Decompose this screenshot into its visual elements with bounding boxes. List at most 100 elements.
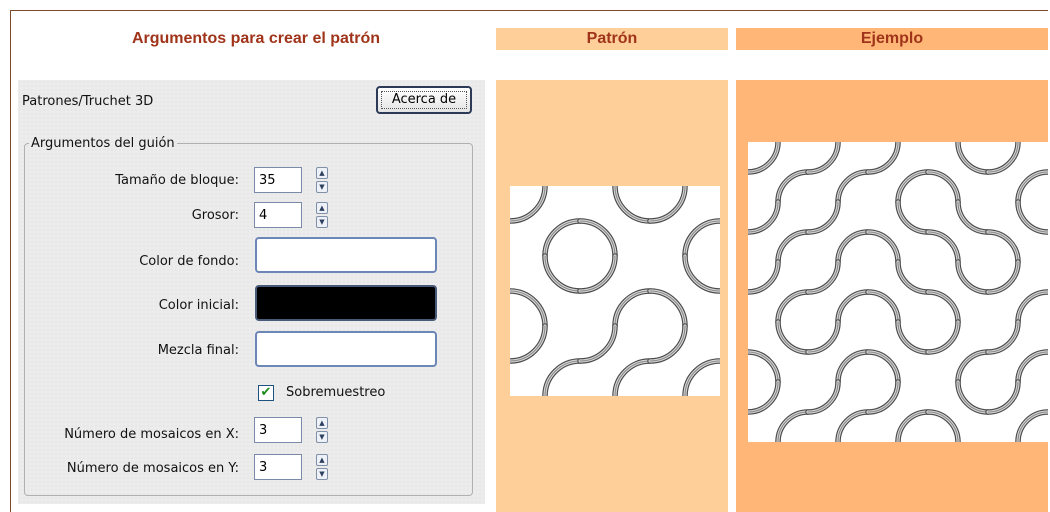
truchet-arc	[897, 171, 929, 203]
tiles-y-input[interactable]	[254, 454, 302, 480]
truchet-arc	[748, 201, 779, 233]
tiles-x-input[interactable]	[254, 417, 302, 443]
truchet-arc	[807, 142, 839, 173]
truchet-arc	[927, 321, 959, 353]
truchet-arc	[807, 261, 839, 293]
tiles-y-spinner[interactable]: ▲ ▼	[316, 454, 328, 480]
truchet-arc	[957, 261, 989, 293]
check-icon: ✔	[260, 385, 272, 400]
header-pattern: Patrón	[496, 28, 728, 50]
truchet-arc	[987, 321, 1019, 353]
script-dialog: Patrones/Truchet 3D Acerca de Argumentos…	[18, 80, 485, 504]
truchet-arc	[837, 231, 869, 263]
truchet-arc	[1017, 351, 1048, 383]
dialog-title: Patrones/Truchet 3D	[22, 94, 154, 109]
truchet-arc	[957, 351, 989, 383]
spin-up-icon[interactable]: ▲	[316, 167, 328, 179]
spin-up-icon[interactable]: ▲	[316, 454, 328, 466]
truchet-arc	[777, 171, 809, 203]
truchet-arc	[867, 231, 899, 263]
truchet-arc	[510, 324, 547, 363]
end-blend-label: Mezcla final:	[157, 343, 239, 358]
truchet-arc	[613, 359, 652, 396]
spin-down-icon[interactable]: ▼	[316, 468, 328, 480]
truchet-arc	[543, 219, 582, 258]
truchet-arc	[578, 324, 617, 363]
truchet-arc	[613, 289, 652, 328]
truchet-arc	[1017, 411, 1048, 442]
truchet-arc	[807, 201, 839, 233]
truchet-arc	[867, 381, 899, 413]
truchet-arc	[578, 219, 617, 258]
truchet-arc	[837, 171, 869, 203]
spin-down-icon[interactable]: ▼	[316, 216, 328, 228]
truchet-arc	[748, 261, 779, 293]
truchet-arc	[897, 261, 929, 293]
truchet-arc	[777, 231, 809, 263]
block-size-spinner[interactable]: ▲ ▼	[316, 167, 328, 193]
truchet-arc	[987, 261, 1019, 293]
truchet-arc	[777, 291, 809, 323]
tiles-x-spinner[interactable]: ▲ ▼	[316, 417, 328, 443]
block-size-input[interactable]	[254, 167, 302, 193]
truchet-arc	[987, 381, 1019, 413]
thickness-input[interactable]	[254, 202, 302, 228]
truchet-arc	[543, 254, 582, 293]
group-legend: Argumentos del guión	[31, 136, 175, 151]
header-example: Ejemplo	[736, 28, 1048, 50]
truchet-arc	[683, 359, 720, 396]
truchet-arc	[510, 289, 547, 328]
truchet-arc	[837, 411, 869, 442]
example-tiled-image	[748, 142, 1048, 442]
truchet-arc	[807, 381, 839, 413]
truchet-arc	[897, 411, 929, 442]
truchet-arc	[987, 231, 1019, 263]
truchet-arc	[927, 231, 959, 263]
truchet-arc	[897, 321, 929, 353]
tiles-y-label: Número de mosaicos en Y:	[66, 461, 239, 476]
spin-down-icon[interactable]: ▼	[316, 431, 328, 443]
header-arguments: Argumentos para crear el patrón	[131, 30, 381, 47]
truchet-arc	[897, 201, 929, 233]
truchet-arc	[867, 351, 899, 383]
truchet-arc	[837, 291, 869, 323]
about-button-label: Acerca de	[381, 91, 467, 109]
truchet-arc	[867, 291, 899, 323]
start-color-swatch[interactable]	[255, 285, 437, 321]
bg-color-swatch[interactable]	[255, 237, 437, 273]
truchet-arc	[748, 142, 779, 173]
bg-color-label: Color de fondo:	[139, 254, 239, 269]
truchet-arc	[927, 411, 959, 442]
spin-down-icon[interactable]: ▼	[316, 181, 328, 193]
end-blend-swatch[interactable]	[255, 331, 437, 367]
left-rule	[10, 10, 11, 512]
truchet-arc	[613, 186, 652, 223]
block-size-label: Tamaño de bloque:	[115, 173, 239, 188]
truchet-arc	[777, 411, 809, 442]
truchet-arc	[648, 289, 687, 328]
spin-up-icon[interactable]: ▲	[316, 417, 328, 429]
truchet-arc	[987, 142, 1019, 173]
spin-up-icon[interactable]: ▲	[316, 202, 328, 214]
truchet-arc	[748, 381, 779, 413]
thickness-spinner[interactable]: ▲ ▼	[316, 202, 328, 228]
truchet-arc	[683, 254, 720, 293]
supersample-checkbox[interactable]: ✔	[258, 385, 274, 401]
truchet-arc	[927, 291, 959, 323]
truchet-arc	[837, 351, 869, 383]
supersample-label[interactable]: Sobremuestreo	[286, 385, 385, 400]
tiles-x-label: Número de mosaicos en X:	[64, 427, 239, 442]
truchet-pattern-svg	[510, 186, 720, 396]
truchet-arc	[927, 171, 959, 203]
truchet-arc	[1017, 291, 1048, 323]
about-button[interactable]: Acerca de	[376, 86, 472, 114]
truchet-arc	[510, 186, 547, 223]
truchet-arc	[957, 142, 989, 173]
thickness-label: Grosor:	[191, 208, 239, 223]
truchet-arc	[777, 321, 809, 353]
truchet-arc	[867, 142, 899, 173]
pattern-tile-image	[510, 186, 720, 396]
truchet-arc	[648, 324, 687, 363]
truchet-arc	[1017, 171, 1048, 203]
truchet-arc	[1017, 201, 1048, 233]
